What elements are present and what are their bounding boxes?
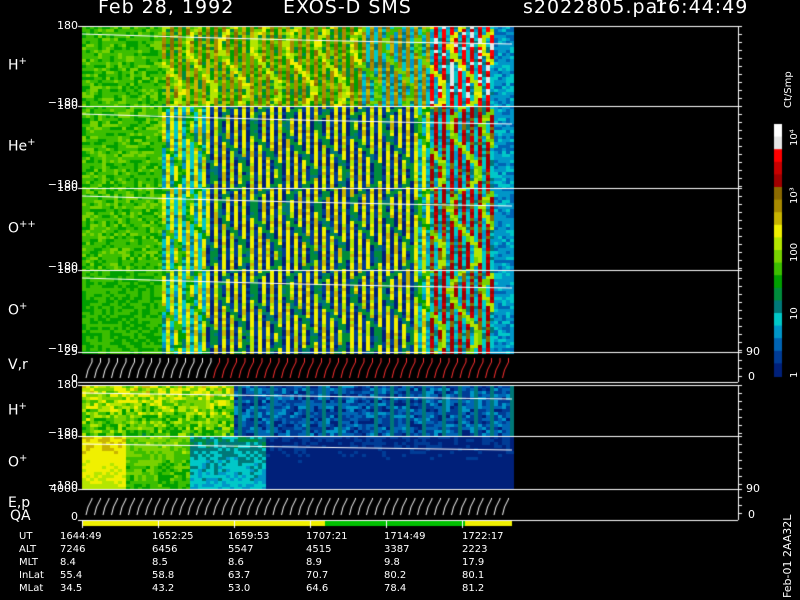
panel-label-sup-0: + [18,56,27,67]
spectrogram-canvas [0,0,800,600]
panel-ytick-bottom-7: 0 [71,510,78,523]
table-cell: 55.4 [60,570,83,581]
panel-label-sup-5: + [18,400,27,412]
table-cell: 8.5 [152,557,168,568]
panel-rtick-bottom-7: 0 [748,508,755,521]
colorbar-tick-1: 10³ [789,187,800,204]
panel-label-sup-1: + [27,137,36,148]
panel-rtick-top-7: 90 [746,482,760,495]
panel-label-sup-2: ++ [19,219,36,230]
table-cell: 1644:49 [60,531,102,542]
table-row-name-mlat: MLat [19,583,44,594]
table-cell: 1714:49 [384,531,426,542]
panel-ytick-top-6: 180 [57,429,78,442]
table-cell: 17.9 [462,557,485,568]
panel-ytick-top-2: 180 [57,181,78,194]
panel-label-0: H+ [8,56,27,74]
panel-label-4: V,r [8,357,28,373]
table-row-name-alt: ALT [19,544,37,555]
table-cell: 64.6 [306,583,329,594]
table-cell: 70.7 [306,570,329,581]
table-cell: 80.2 [384,570,407,581]
panel-ytick-top-1: 180 [57,99,78,112]
colorbar-tick-4: 1 [789,371,800,378]
table-cell: 34.5 [60,583,83,594]
table-cell: 1707:21 [306,531,348,542]
table-row-name-inlat: InLat [19,570,44,581]
panel-label-6: O+ [8,452,28,471]
table-row-name-mlt: MLT [19,557,38,568]
panel-rtick-top-4: 90 [746,345,760,358]
plot-filename: s2022805.par [523,0,668,18]
table-cell: 3387 [384,544,410,555]
qa-label: QA [10,508,31,524]
panel-ytick-top-5: 180 [57,378,78,391]
panel-ytick-top-7: 4000 [50,482,78,495]
table-cell: 8.9 [306,557,322,568]
panel-ytick-top-4: 25 [64,345,78,358]
panel-label-sup-3: + [19,301,28,312]
table-cell: 78.4 [384,583,407,594]
panel-label-sup-6: + [19,452,28,464]
table-cell: 5547 [228,544,254,555]
table-cell: 8.4 [60,557,76,568]
table-cell: 9.8 [384,557,400,568]
table-cell: 4515 [306,544,332,555]
plot-time: 16:44:49 [655,0,749,18]
colorbar-tick-2: 100 [789,242,800,262]
panel-label-2: O++ [8,219,36,237]
table-cell: 8.6 [228,557,244,568]
table-cell: 2223 [462,544,488,555]
table-row-name-ut: UT [19,531,33,542]
footer-vertical-label: Feb-01 2AA32L [781,514,794,598]
table-cell: 6456 [152,544,178,555]
table-cell: 58.8 [152,570,175,581]
table-cell: 7246 [60,544,86,555]
plot-date: Feb 28, 1992 [98,0,235,18]
colorbar-unit: Ct/Smp [783,71,794,108]
table-cell: 63.7 [228,570,251,581]
panel-ytick-top-0: 180 [57,19,78,32]
panel-label-1: He+ [8,137,36,155]
table-cell: 43.2 [152,583,175,594]
table-cell: 53.0 [228,583,251,594]
colorbar-tick-0: 10⁴ [789,129,800,146]
table-cell: 1722:17 [462,531,504,542]
table-cell: 1659:53 [228,531,270,542]
table-cell: 80.1 [462,570,485,581]
panel-label-5: H+ [8,400,27,419]
panel-label-3: O+ [8,301,28,319]
colorbar-tick-3: 10 [789,307,800,320]
plot-instrument: EXOS-D SMS [283,0,412,18]
table-cell: 1652:25 [152,531,194,542]
table-cell: 81.2 [462,583,485,594]
panel-rtick-bottom-4: 0 [748,370,755,383]
panel-ytick-top-3: 180 [57,263,78,276]
